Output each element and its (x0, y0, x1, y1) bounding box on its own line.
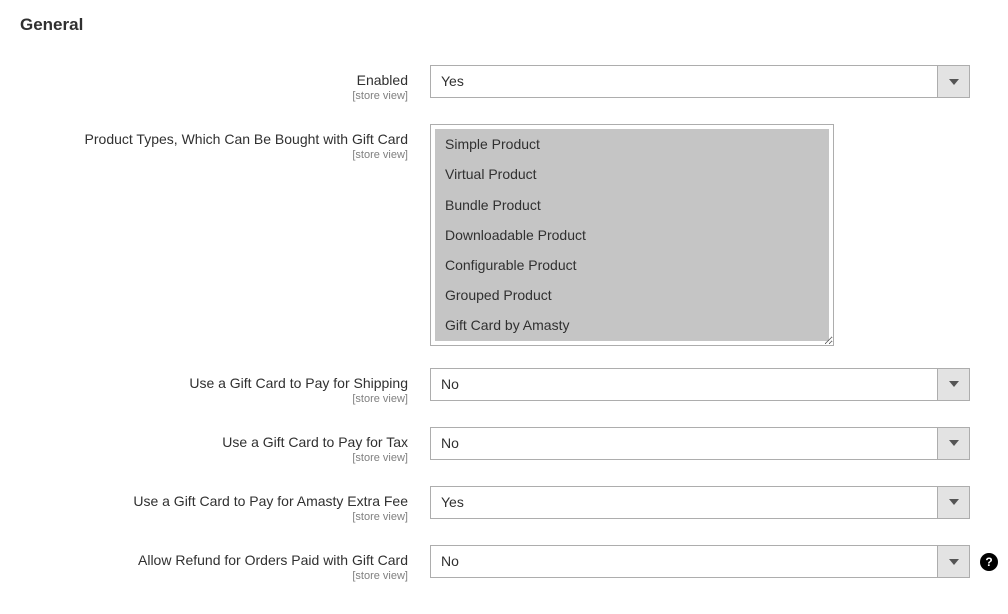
enabled-scope: [store view] (20, 90, 408, 102)
multiselect-option[interactable]: Simple Product (435, 129, 829, 159)
product-types-label: Product Types, Which Can Be Bought with … (20, 130, 408, 148)
help-icon[interactable]: ? (980, 553, 998, 571)
control-col: Yes (430, 65, 970, 98)
pay-tax-value: No (430, 427, 937, 460)
control-col: Yes (430, 486, 970, 519)
multiselect-option[interactable]: Downloadable Product (435, 220, 829, 250)
svg-text:?: ? (985, 555, 992, 569)
section-title: General (20, 15, 988, 35)
enabled-label: Enabled (20, 71, 408, 89)
chevron-down-icon[interactable] (937, 545, 970, 578)
multiselect-option[interactable]: Bundle Product (435, 190, 829, 220)
control-col: Simple Product Virtual Product Bundle Pr… (430, 124, 970, 345)
multiselect-option[interactable]: Configurable Product (435, 250, 829, 280)
allow-refund-scope: [store view] (20, 570, 408, 582)
control-col: No ? (430, 545, 970, 578)
field-product-types: Product Types, Which Can Be Bought with … (20, 124, 988, 345)
pay-shipping-scope: [store view] (20, 393, 408, 405)
field-pay-extra-fee: Use a Gift Card to Pay for Amasty Extra … (20, 486, 988, 523)
pay-extra-fee-value: Yes (430, 486, 937, 519)
multiselect-option[interactable]: Virtual Product (435, 159, 829, 189)
pay-extra-fee-select[interactable]: Yes (430, 486, 970, 519)
pay-tax-label: Use a Gift Card to Pay for Tax (20, 433, 408, 451)
field-pay-shipping: Use a Gift Card to Pay for Shipping [sto… (20, 368, 988, 405)
multiselect-option[interactable]: Grouped Product (435, 280, 829, 310)
chevron-down-icon[interactable] (937, 368, 970, 401)
allow-refund-label: Allow Refund for Orders Paid with Gift C… (20, 551, 408, 569)
pay-tax-scope: [store view] (20, 452, 408, 464)
label-col: Product Types, Which Can Be Bought with … (20, 124, 430, 161)
field-pay-tax: Use a Gift Card to Pay for Tax [store vi… (20, 427, 988, 464)
allow-refund-select[interactable]: No (430, 545, 970, 578)
product-types-scope: [store view] (20, 149, 408, 161)
control-col: No (430, 368, 970, 401)
label-col: Use a Gift Card to Pay for Tax [store vi… (20, 427, 430, 464)
control-col: No (430, 427, 970, 460)
field-enabled: Enabled [store view] Yes (20, 65, 988, 102)
label-col: Use a Gift Card to Pay for Amasty Extra … (20, 486, 430, 523)
field-allow-refund: Allow Refund for Orders Paid with Gift C… (20, 545, 988, 582)
pay-shipping-label: Use a Gift Card to Pay for Shipping (20, 374, 408, 392)
pay-shipping-select[interactable]: No (430, 368, 970, 401)
pay-extra-fee-label: Use a Gift Card to Pay for Amasty Extra … (20, 492, 408, 510)
pay-extra-fee-scope: [store view] (20, 511, 408, 523)
allow-refund-value: No (430, 545, 937, 578)
label-col: Allow Refund for Orders Paid with Gift C… (20, 545, 430, 582)
enabled-value: Yes (430, 65, 937, 98)
label-col: Use a Gift Card to Pay for Shipping [sto… (20, 368, 430, 405)
pay-tax-select[interactable]: No (430, 427, 970, 460)
enabled-select[interactable]: Yes (430, 65, 970, 98)
pay-shipping-value: No (430, 368, 937, 401)
label-col: Enabled [store view] (20, 65, 430, 102)
chevron-down-icon[interactable] (937, 486, 970, 519)
multiselect-option[interactable]: Gift Card by Amasty (435, 310, 829, 340)
product-types-multiselect[interactable]: Simple Product Virtual Product Bundle Pr… (430, 124, 834, 345)
chevron-down-icon[interactable] (937, 427, 970, 460)
chevron-down-icon[interactable] (937, 65, 970, 98)
